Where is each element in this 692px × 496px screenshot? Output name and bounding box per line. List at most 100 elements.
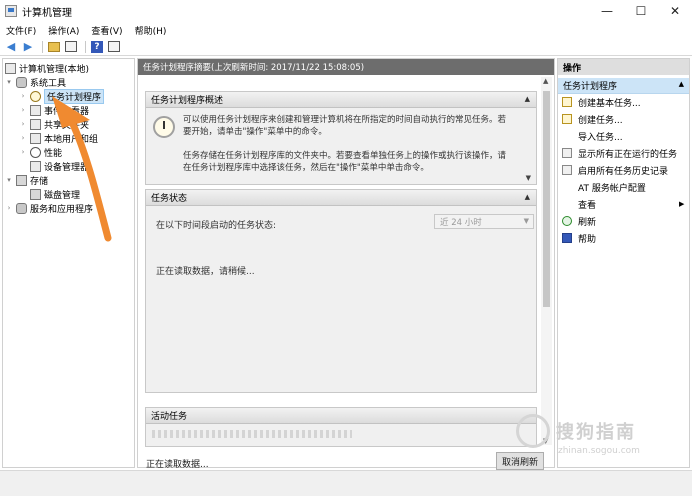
overview-section-header[interactable]: 任务计划程序概述 ▲ — [146, 92, 536, 108]
history-icon — [562, 165, 572, 175]
tree-item-computer-management[interactable]: 计算机管理(本地) — [5, 61, 89, 75]
action-import-task[interactable]: 导入任务... — [562, 129, 623, 143]
blank-icon — [562, 131, 572, 141]
menu-file[interactable]: 文件(F) — [6, 24, 36, 37]
status-period-value: 近 24 小时 — [440, 217, 482, 228]
maximize-button[interactable]: ☐ — [624, 0, 658, 22]
chevron-right-icon[interactable]: › — [19, 134, 27, 142]
action-at-service-config[interactable]: AT 服务帐户配置 — [562, 180, 646, 194]
active-tasks-header[interactable]: 活动任务 — [146, 408, 536, 424]
tree-item-label: 事件查看器 — [44, 106, 90, 117]
up-folder-button[interactable] — [47, 40, 61, 54]
collapse-icon[interactable]: ▲ — [679, 80, 684, 88]
menu-view[interactable]: 查看(V) — [91, 24, 122, 37]
action-refresh[interactable]: 刷新 — [562, 214, 596, 228]
help-button[interactable]: ? — [90, 40, 104, 54]
chevron-right-icon[interactable]: › — [19, 120, 27, 128]
action-label: 帮助 — [578, 234, 597, 245]
disk-icon — [30, 188, 41, 200]
action-enable-history[interactable]: 启用所有任务历史记录 — [562, 163, 668, 177]
collapse-icon[interactable]: ▲ — [525, 95, 530, 103]
chevron-right-icon[interactable]: › — [19, 92, 27, 100]
action-label: 导入任务... — [578, 132, 623, 143]
create-basic-task-icon — [562, 97, 572, 107]
tree-item-task-scheduler[interactable]: › 任务计划程序 — [19, 88, 105, 104]
blank-icon — [562, 199, 572, 209]
task-status-section: 任务状态 ▲ 在以下时间段启动的任务状态: 近 24 小时 ▼ 正在读取数据，请… — [145, 189, 537, 393]
action-view[interactable]: 查看 — [562, 197, 596, 211]
sogou-watermark: 搜狗指南 zhinan.sogou.com — [512, 408, 672, 466]
event-viewer-icon — [30, 104, 41, 116]
center-scrollbar[interactable]: ▲ ▼ — [541, 77, 552, 445]
title-bar: 计算机管理 — ☐ ✕ — [0, 0, 692, 22]
computer-management-icon — [5, 5, 17, 17]
action-label: 刷新 — [578, 217, 597, 228]
tree-item-label: 存储 — [30, 176, 49, 187]
overview-title: 任务计划程序概述 — [151, 96, 224, 106]
chevron-down-icon[interactable]: ▾ — [5, 176, 13, 184]
center-pane: 任务计划程序摘要(上次刷新时间: 2017/11/22 15:08:05) 任务… — [137, 58, 555, 470]
tree-item-storage[interactable]: ▾ 存储 — [5, 173, 48, 187]
tree-item-device-manager[interactable]: 设备管理器 — [30, 159, 89, 173]
action-label: 查看 — [578, 200, 597, 211]
forward-arrow-icon[interactable]: ▶ — [21, 40, 35, 54]
chevron-right-icon[interactable]: › — [19, 106, 27, 114]
performance-icon — [30, 146, 41, 158]
scroll-up-icon[interactable]: ▲ — [543, 77, 548, 85]
active-tasks-faded-text — [152, 430, 352, 438]
computer-icon — [5, 62, 16, 74]
tree-item-shared-folders[interactable]: › 共享文件夹 — [19, 117, 89, 131]
submenu-arrow-icon: ▶ — [679, 200, 685, 208]
action-pane-button[interactable] — [107, 40, 121, 54]
action-help[interactable]: 帮助 — [562, 231, 596, 245]
watermark-url: zhinan.sogou.com — [558, 446, 640, 456]
actions-section-task-scheduler[interactable]: 任务计划程序 ▲ — [558, 78, 689, 94]
collapse-icon[interactable]: ▲ — [525, 193, 530, 201]
action-create-basic-task[interactable]: 创建基本任务... — [562, 95, 641, 109]
console-tree: 计算机管理(本地) ▾ 系统工具 › 任务计划程序 › 事件查看器 › 共享文件… — [2, 58, 135, 468]
help-icon: ? — [91, 40, 103, 53]
status-bar — [0, 470, 692, 496]
tree-item-event-viewer[interactable]: › 事件查看器 — [19, 103, 89, 117]
users-icon — [30, 132, 41, 144]
tree-item-label: 任务计划程序 — [44, 88, 105, 104]
show-hide-tree-button[interactable] — [64, 40, 78, 54]
action-label: 显示所有正在运行的任务 — [578, 149, 678, 160]
menu-action[interactable]: 操作(A) — [48, 24, 79, 37]
tree-item-local-users[interactable]: › 本地用户和组 — [19, 131, 98, 145]
overview-text-2: 任务存储在任务计划程序库的文件夹中。若要查看单独任务上的操作或执行该操作，请在任… — [183, 151, 507, 173]
close-button[interactable]: ✕ — [658, 0, 692, 22]
blank-icon — [562, 182, 572, 192]
status-period-label: 在以下时间段启动的任务状态: — [156, 221, 277, 231]
running-tasks-icon — [562, 148, 572, 158]
overview-section: 任务计划程序概述 ▲ 可以使用任务计划程序来创建和管理计算机将在所指定的时间自动… — [145, 91, 537, 185]
minimize-button[interactable]: — — [590, 0, 624, 22]
scroll-down-icon[interactable]: ▼ — [526, 174, 531, 182]
active-tasks-section: 活动任务 — [145, 407, 537, 447]
chevron-down-icon[interactable]: ▾ — [5, 78, 13, 86]
scroll-thumb[interactable] — [543, 91, 550, 307]
console-tree-icon — [65, 41, 77, 52]
tree-item-disk-management[interactable]: 磁盘管理 — [30, 187, 80, 201]
chevron-right-icon[interactable]: › — [5, 204, 13, 212]
task-status-header[interactable]: 任务状态 ▲ — [146, 190, 536, 206]
tree-item-label: 服务和应用程序 — [30, 204, 94, 215]
tree-item-label: 共享文件夹 — [44, 120, 90, 131]
tree-item-performance[interactable]: › 性能 — [19, 145, 62, 159]
tree-item-services-apps[interactable]: › 服务和应用程序 — [5, 201, 93, 215]
storage-icon — [16, 174, 27, 186]
back-arrow-icon[interactable]: ◀ — [4, 40, 18, 54]
action-label: 创建基本任务... — [578, 98, 641, 109]
clock-icon — [153, 116, 175, 138]
tree-item-system-tools[interactable]: ▾ 系统工具 — [5, 75, 66, 89]
action-label: AT 服务帐户配置 — [578, 183, 646, 194]
chevron-right-icon[interactable]: › — [19, 148, 27, 156]
action-create-task[interactable]: 创建任务... — [562, 112, 623, 126]
action-show-running-tasks[interactable]: 显示所有正在运行的任务 — [562, 146, 677, 160]
menu-help[interactable]: 帮助(H) — [135, 24, 167, 37]
tree-item-label: 磁盘管理 — [44, 190, 81, 201]
status-period-select[interactable]: 近 24 小时 ▼ — [434, 214, 534, 229]
toolbar: ◀ ▶ ? — [0, 38, 692, 56]
actions-section-label: 任务计划程序 — [563, 82, 618, 92]
toolbar-separator — [85, 40, 86, 53]
